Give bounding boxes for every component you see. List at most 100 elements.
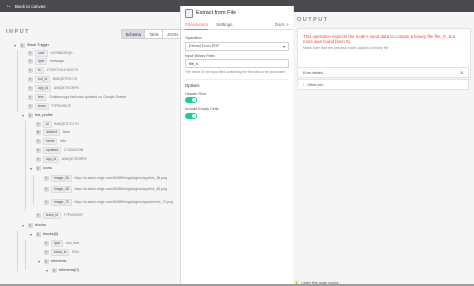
header-row-toggle[interactable] (185, 97, 197, 104)
tree-row[interactable]: ▾{} icons (29, 165, 52, 171)
tree-row[interactable]: ▾{} Slack Trigger (13, 42, 49, 48)
chevron-down-icon: ▾ (283, 44, 285, 49)
include-empty-label: Include Empty Cells (185, 107, 219, 112)
field-value: https://a.slack-edge.com/80588/img/plugi… (74, 176, 168, 180)
output-pane: OUTPUT This operation expects the node's… (293, 12, 474, 284)
chevron-down-icon[interactable]: ▾ (37, 259, 41, 264)
tree-guide-line (17, 50, 18, 112)
type-icon: T (43, 240, 49, 246)
field-value: A06QE7EGRFK (61, 157, 87, 161)
tree-row[interactable]: ▾[] blocks (21, 222, 46, 228)
field-key: deleted (43, 128, 61, 136)
tree-row[interactable]: ▾[] elements (37, 258, 66, 264)
type-icon: [] (27, 222, 33, 228)
field-key: icons (43, 166, 52, 170)
node-title[interactable]: Extract from File (196, 10, 236, 16)
node-settings-panel: Extract from File Parameters Settings Do… (180, 6, 294, 285)
field-key: blocks (35, 223, 46, 227)
tree-row: Timage_36 https://a.slack-edge.com/80588/… (37, 174, 168, 182)
type-icon: # (35, 147, 41, 153)
view-mode-tabs: Schema Table JSON (121, 29, 180, 39)
field-value: U07NB5ZKQh (50, 51, 73, 55)
type-icon: [] (43, 258, 49, 264)
field-key: elements (51, 259, 67, 263)
field-key: name (43, 137, 58, 145)
chevron-down-icon[interactable]: ▾ (13, 43, 17, 48)
chevron-down-icon[interactable]: ▾ (29, 166, 33, 171)
copy-icon[interactable]: ⧉ (460, 71, 463, 75)
field-value: A06QE7EGRFK (53, 86, 79, 90)
tree-row: Timage_48 https://a.slack-edge.com/80588/… (37, 185, 167, 193)
tree-row: Tid B06QE7FZC7H (29, 120, 79, 128)
field-key: blocks[0] (43, 232, 58, 236)
include-empty-toggle[interactable] (185, 112, 197, 119)
output-title: OUTPUT (297, 17, 329, 23)
input-title: INPUT (6, 29, 30, 35)
field-key: updated (43, 146, 62, 154)
field-value: rich_text (65, 241, 80, 245)
field-key: ts (35, 66, 44, 74)
tree-guide-line (25, 240, 26, 270)
type-icon: T (27, 85, 33, 91)
tree-guide-line (17, 231, 18, 271)
chevron-down-icon[interactable]: ▾ (45, 268, 49, 273)
back-to-canvas-button[interactable]: ← Back to canvas (0, 3, 46, 9)
tree-row: Timage_72 https://a.slack-edge.com/80588/… (37, 198, 173, 206)
field-key: app_id (43, 155, 60, 163)
field-value: T7PN19SCF (51, 104, 71, 108)
tree-row[interactable]: ▾{} blocks[0] (29, 231, 58, 237)
field-key: id (43, 120, 52, 128)
field-value: Chattanooga field was updated on Google … (48, 95, 127, 99)
binary-field-hint: The name of the input field containing t… (185, 69, 286, 74)
field-key: text (35, 93, 47, 101)
header-row-label: Header Row (185, 91, 207, 96)
type-icon: {} (19, 42, 25, 48)
tree-row: # updated 1725152798 (29, 146, 83, 154)
field-value: T7PN19SCF (63, 213, 84, 217)
options-heading: Options (185, 78, 289, 88)
other-info-row[interactable]: › Other info (297, 79, 469, 90)
field-key: team_id (43, 211, 62, 219)
binary-field-input[interactable]: file_0 (185, 59, 289, 68)
error-details-row[interactable]: Error details ⧉ (297, 67, 469, 78)
field-key: type (35, 57, 48, 65)
field-key: image_48 (51, 185, 72, 193)
field-key: block_id (51, 248, 70, 256)
field-key: image_72 (51, 198, 72, 206)
field-value: false (62, 130, 71, 134)
tree-row[interactable]: ▾{} bot_profile (21, 112, 53, 118)
type-icon: {} (51, 267, 57, 273)
arrow-left-icon: ← (6, 3, 12, 9)
tab-parameters[interactable]: Parameters (185, 20, 209, 30)
field-key: user (35, 49, 48, 57)
other-info-label: Other info (307, 82, 324, 87)
file-icon (185, 8, 193, 18)
tree-row: Tapp_id A06QE7EGRFK (21, 84, 79, 92)
tab-schema[interactable]: Schema (122, 30, 146, 38)
tree-row: Tbot_id B06QE7FZC7H (21, 75, 77, 83)
chevron-down-icon[interactable]: ▾ (29, 232, 33, 237)
toggle-knob (191, 113, 197, 118)
tree-row: Ttext Chattanooga field was updated on Go… (21, 93, 127, 101)
tab-settings[interactable]: Settings (216, 20, 232, 29)
field-key: bot_profile (35, 113, 53, 117)
field-value: B06QE7FZC7H (54, 122, 79, 126)
input-pane: INPUT Schema Table JSON ▾{} Slack Trigger… (0, 12, 180, 284)
field-key: bot_id (35, 75, 51, 83)
tree-row: Tapp_id A06QE7EGRFK (29, 155, 87, 163)
operation-value: Extract From PDF (189, 44, 220, 48)
field-key: image_36 (51, 174, 72, 182)
field-key: app_id (35, 84, 52, 92)
field-value: message (49, 59, 65, 63)
tree-row: Ttype message (21, 57, 65, 65)
tab-table[interactable]: Table (145, 30, 164, 38)
type-icon: T (27, 103, 33, 109)
type-icon: T (35, 156, 41, 162)
chevron-down-icon[interactable]: ▾ (21, 113, 25, 118)
chevron-down-icon[interactable]: ▾ (21, 223, 25, 228)
tree-row: Tuser U07NB5ZKQh (21, 49, 73, 57)
tab-json[interactable]: JSON (163, 30, 180, 38)
docs-link[interactable]: Docs ↗ (275, 22, 289, 27)
tree-row[interactable]: ▾{} elements[0] (45, 267, 79, 273)
operation-select[interactable]: Extract From PDF ▾ (185, 41, 289, 51)
